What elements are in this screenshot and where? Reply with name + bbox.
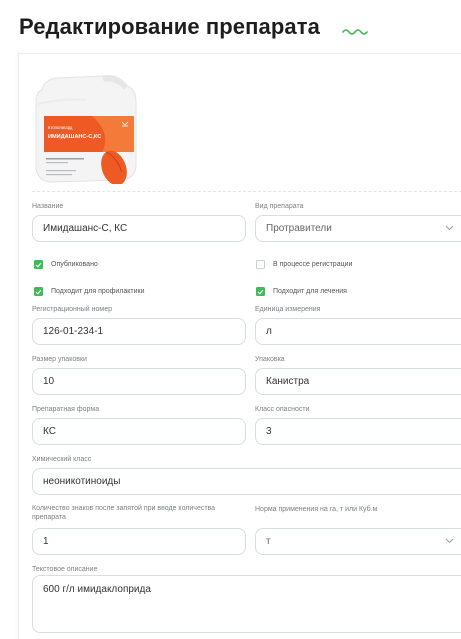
chem-class-label: Химический класс	[32, 456, 92, 463]
section-divider	[32, 191, 461, 192]
form-type-label: Препаратная форма	[32, 406, 100, 413]
pack-size-label: Размер упаковки	[32, 356, 87, 363]
decimals-input[interactable]: 1	[32, 528, 246, 555]
page-title: Редактирование препарата	[19, 14, 320, 39]
reg-number-label: Регистрационный номер	[32, 306, 112, 313]
checkbox-checked-icon	[34, 287, 43, 296]
form-type-input[interactable]: КС	[32, 418, 246, 445]
chevron-down-icon	[445, 225, 454, 231]
decimals-label: Количество знаков после запятой при ввод…	[32, 505, 216, 521]
checkbox-unchecked-icon	[256, 260, 265, 269]
unit-input[interactable]: л	[255, 318, 461, 345]
hazard-label: Класс опасности	[255, 406, 310, 413]
product-image[interactable]: Ктополигард ИМИДАШАНС-С,КС	[32, 72, 140, 184]
prevention-checkbox[interactable]: Подходит для профилактики	[34, 287, 145, 296]
treatment-checkbox[interactable]: Подходит для лечения	[256, 287, 347, 296]
wave-decoration-icon	[342, 29, 368, 35]
product-label-name: ИМИДАШАНС-С,КС	[48, 134, 101, 140]
rate-unit-select[interactable]: т	[255, 528, 461, 555]
checkbox-checked-icon	[34, 260, 43, 269]
in-registration-checkbox[interactable]: В процессе регистрации	[256, 260, 352, 269]
rate-unit-label: Норма применения на га, т или Куб.м	[255, 506, 378, 513]
reg-number-input[interactable]: 126-01-234-1	[32, 318, 246, 345]
name-label: Название	[32, 203, 64, 210]
checkbox-checked-icon	[256, 287, 265, 296]
type-label: Вид препарата	[255, 203, 304, 210]
chem-class-input[interactable]: неоникотиноиды	[32, 468, 461, 495]
hazard-input[interactable]: 3	[255, 418, 461, 445]
unit-label: Единица измерения	[255, 306, 321, 313]
packaging-input[interactable]: Канистра	[255, 368, 461, 395]
description-label: Текстовое описание	[32, 566, 98, 573]
name-input[interactable]: Имидашанс-С, КС	[32, 215, 246, 242]
chevron-down-icon	[445, 538, 454, 544]
published-checkbox[interactable]: Опубликовано	[34, 260, 98, 269]
product-label-brand: Ктополигард	[48, 125, 73, 130]
description-textarea[interactable]: 600 г/л имидаклоприда	[32, 575, 461, 633]
type-select[interactable]: Протравители	[255, 215, 461, 242]
pack-size-input[interactable]: 10	[32, 368, 246, 395]
packaging-label: Упаковка	[255, 356, 285, 363]
